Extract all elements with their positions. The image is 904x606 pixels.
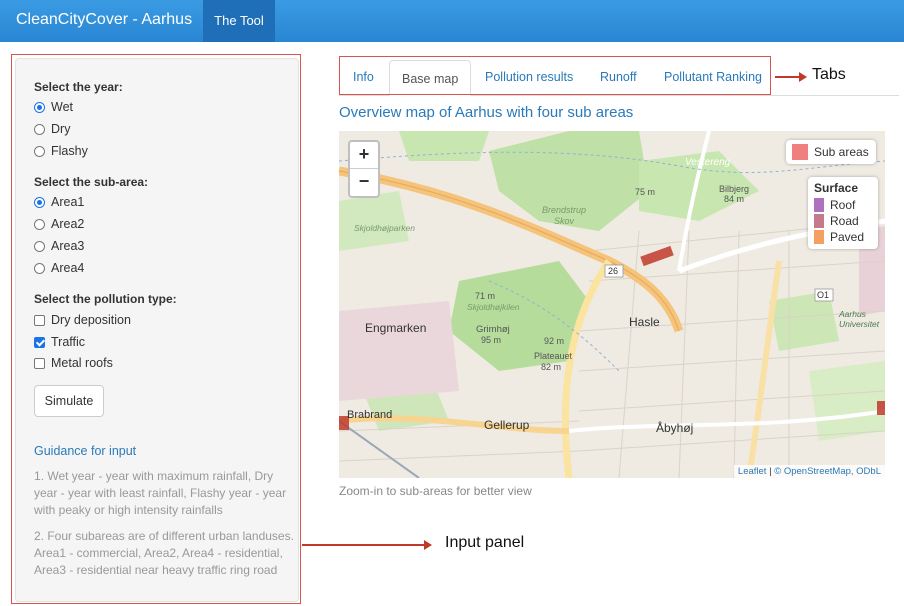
zoom-in-button[interactable]: + (350, 142, 378, 169)
tabs-annotation: Tabs (812, 66, 846, 83)
map-title: Overview map of Aarhus with four sub are… (339, 104, 634, 121)
map-label-bilbjerg: Bilbjerg (719, 184, 750, 194)
roof-swatch (814, 198, 824, 212)
subareas-legend[interactable]: Sub areas (786, 140, 876, 164)
map-label-71m: 71 m (475, 291, 496, 301)
panel-arrow-line (302, 544, 426, 546)
map-label-o1: O1 (817, 290, 830, 300)
tabs-arrow-head (799, 72, 807, 82)
app-brand[interactable]: CleanCityCover - Aarhus (16, 11, 192, 29)
road-swatch (814, 214, 824, 228)
surface-legend-roof: Roof (814, 197, 872, 213)
map-label-75m: 75 m (635, 187, 656, 197)
subareas-legend-label: Sub areas (814, 145, 869, 159)
paved-swatch (814, 230, 824, 244)
map-attribution: Leaflet | © OpenStreetMap, ODbL (733, 465, 885, 478)
map-label-vestereng: Vestereng (685, 157, 731, 168)
surface-legend-road: Road (814, 213, 872, 229)
map-label-gellerup: Gellerup (484, 418, 530, 432)
map-tiles (339, 131, 885, 478)
map-label-brendstrup: Brendstrup (542, 205, 587, 215)
leaflet-link[interactable]: Leaflet (738, 466, 767, 477)
nav-tab-the-tool[interactable]: The Tool (203, 0, 275, 42)
map-label-26: 26 (608, 266, 619, 276)
map-label-hasle: Hasle (629, 315, 660, 329)
surface-legend: Surface Roof Road Paved (808, 177, 878, 249)
navbar: CleanCityCover - Aarhus The Tool (0, 0, 904, 42)
map-label-engmarken: Engmarken (365, 321, 427, 335)
input-panel-highlight (11, 54, 301, 604)
surface-legend-paved: Paved (814, 229, 872, 245)
map-label-aarhus-universitet: Aarhus Universitet (839, 309, 880, 329)
tabs-highlight (339, 56, 771, 95)
subareas-swatch (792, 144, 808, 160)
zoom-out-button[interactable]: − (350, 169, 378, 195)
map-caption: Zoom-in to sub-areas for better view (339, 484, 532, 498)
map-label-abyhoj: Åbyhøj (656, 421, 694, 435)
map-view[interactable]: Vestereng Bilbjerg 84 m 75 m Brendstrup … (339, 131, 885, 478)
input-panel-annotation: Input panel (445, 534, 525, 551)
map-label-95m: 95 m (481, 335, 502, 345)
map-label-84m: 84 m (724, 194, 745, 204)
panel-arrow-head (424, 540, 432, 550)
map-label-grimhoj: Grimhøj (476, 324, 510, 335)
map-label-plateauet: Plateauet (534, 351, 573, 361)
osm-link[interactable]: © OpenStreetMap, ODbL (774, 466, 881, 477)
map-label-skjoldhojparken: Skjoldhøjparken (354, 223, 415, 233)
zoom-control: + − (348, 140, 380, 198)
map-label-92m: 92 m (544, 336, 565, 346)
map-label-brabrand: Brabrand (347, 409, 393, 421)
tabs-arrow-line (775, 76, 801, 78)
map-label-82m: 82 m (541, 362, 562, 372)
map-label-skjoldhojkilen: Skjoldhøjkilen (467, 302, 520, 312)
map-label-skov: Skov (554, 216, 575, 226)
surface-legend-title: Surface (814, 181, 859, 195)
